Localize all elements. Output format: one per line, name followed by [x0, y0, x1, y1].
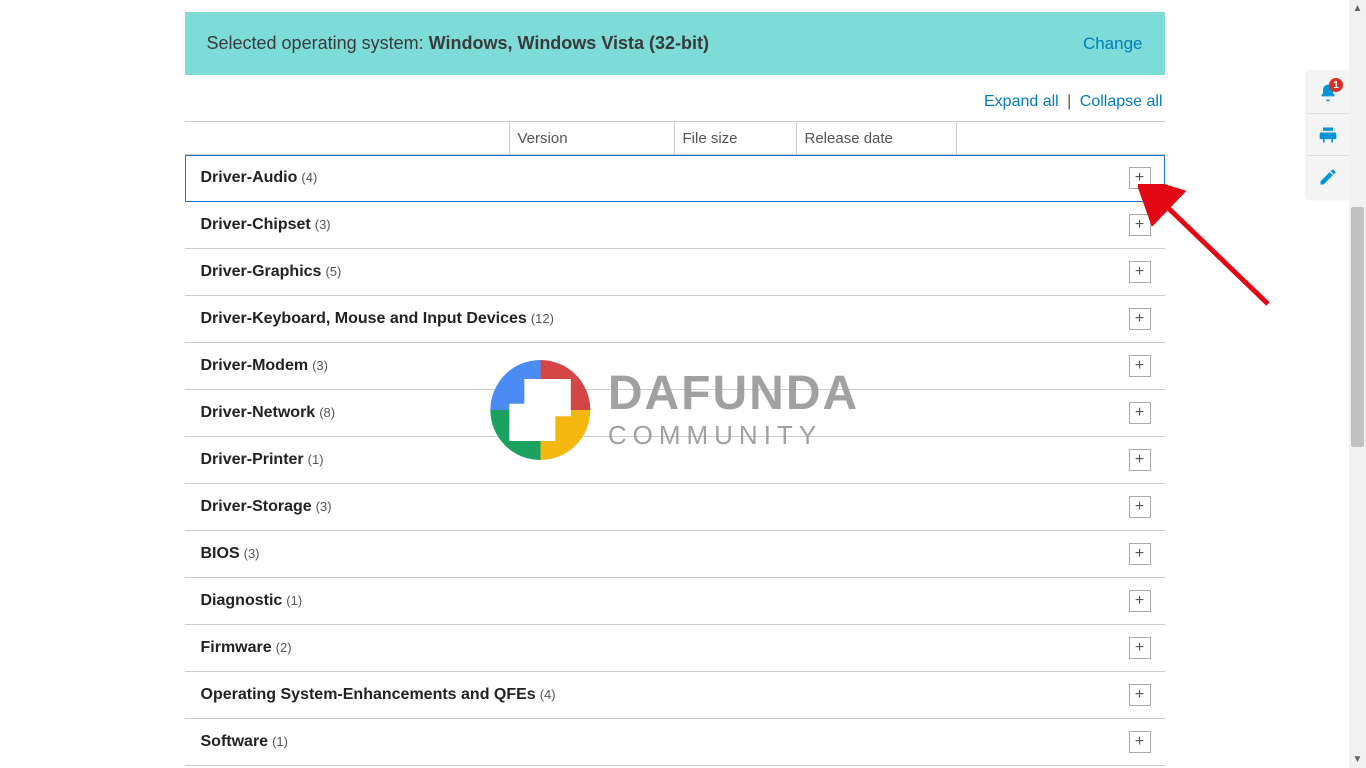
- vertical-scrollbar[interactable]: ▲ ▼: [1349, 0, 1366, 768]
- category-name: Driver-Graphics: [201, 263, 322, 281]
- category-name: BIOS: [201, 545, 240, 563]
- category-count: (3): [316, 499, 332, 514]
- os-banner-name: Windows Vista (32-bit): [517, 33, 709, 53]
- category-name: Driver-Network: [201, 404, 316, 422]
- controls-separator: |: [1067, 93, 1071, 110]
- plus-icon: +: [1135, 170, 1144, 186]
- category-count: (5): [325, 264, 341, 279]
- category-name: Firmware: [201, 639, 272, 657]
- print-button[interactable]: [1307, 114, 1349, 156]
- plus-icon: +: [1135, 311, 1144, 327]
- category-row[interactable]: Operating System-Enhancements and QFEs (4…: [185, 672, 1165, 719]
- category-count: (2): [276, 640, 292, 655]
- category-row[interactable]: Driver-Chipset (3) +: [185, 202, 1165, 249]
- expand-all-link[interactable]: Expand all: [984, 93, 1059, 110]
- plus-icon: +: [1135, 452, 1144, 468]
- change-os-link[interactable]: Change: [1083, 34, 1143, 54]
- category-row[interactable]: Driver-Printer (1) +: [185, 437, 1165, 484]
- os-banner-family: Windows: [429, 33, 508, 53]
- col-releasedate: Release date: [797, 122, 957, 154]
- category-name: Driver-Chipset: [201, 216, 311, 234]
- expand-collapse-controls: Expand all | Collapse all: [185, 75, 1165, 121]
- category-row[interactable]: Diagnostic(1) +: [185, 578, 1165, 625]
- os-banner-label: Selected operating system:: [207, 33, 429, 53]
- os-banner-text: Selected operating system: Windows, Wind…: [207, 33, 710, 54]
- category-count: (4): [301, 170, 317, 185]
- scroll-down-arrow-icon[interactable]: ▼: [1349, 751, 1366, 768]
- expand-toggle[interactable]: +: [1129, 543, 1151, 565]
- expand-toggle[interactable]: +: [1129, 731, 1151, 753]
- category-row[interactable]: Driver-Network(8) +: [185, 390, 1165, 437]
- category-count: (4): [540, 687, 556, 702]
- category-name: Operating System-Enhancements and QFEs: [201, 686, 536, 704]
- plus-icon: +: [1135, 734, 1144, 750]
- printer-icon: [1318, 125, 1338, 145]
- os-banner: Selected operating system: Windows, Wind…: [185, 12, 1165, 75]
- col-name: [185, 122, 510, 154]
- notifications-badge: 1: [1329, 78, 1343, 92]
- side-toolbar: 1: [1307, 72, 1349, 198]
- category-row[interactable]: Driver-Keyboard, Mouse and Input Devices…: [185, 296, 1165, 343]
- category-row[interactable]: Driver-Graphics(5) +: [185, 249, 1165, 296]
- plus-icon: +: [1135, 217, 1144, 233]
- plus-icon: +: [1135, 640, 1144, 656]
- edit-icon: [1318, 167, 1338, 187]
- category-name: Driver-Storage: [201, 498, 312, 516]
- category-count: (12): [531, 311, 554, 326]
- expand-toggle[interactable]: +: [1129, 590, 1151, 612]
- category-name: Driver-Modem: [201, 357, 309, 375]
- expand-toggle[interactable]: +: [1129, 684, 1151, 706]
- plus-icon: +: [1135, 405, 1144, 421]
- category-count: (1): [308, 452, 324, 467]
- expand-toggle[interactable]: +: [1129, 261, 1151, 283]
- plus-icon: +: [1135, 264, 1144, 280]
- plus-icon: +: [1135, 499, 1144, 515]
- category-name: Driver-Printer: [201, 451, 304, 469]
- category-row[interactable]: Software(1) +: [185, 719, 1165, 766]
- scroll-thumb[interactable]: [1351, 207, 1364, 447]
- expand-toggle[interactable]: +: [1129, 637, 1151, 659]
- category-row[interactable]: BIOS (3) +: [185, 531, 1165, 578]
- col-version: Version: [510, 122, 675, 154]
- scroll-up-arrow-icon[interactable]: ▲: [1349, 0, 1366, 17]
- feedback-button[interactable]: [1307, 156, 1349, 198]
- category-row[interactable]: Firmware (2) +: [185, 625, 1165, 672]
- category-row[interactable]: Driver-Storage (3) +: [185, 484, 1165, 531]
- category-count: (3): [244, 546, 260, 561]
- expand-toggle[interactable]: +: [1129, 355, 1151, 377]
- plus-icon: +: [1135, 593, 1144, 609]
- scroll-track[interactable]: [1349, 17, 1366, 751]
- expand-toggle[interactable]: +: [1129, 308, 1151, 330]
- expand-toggle[interactable]: +: [1129, 167, 1151, 189]
- category-row[interactable]: Driver-Modem(3) +: [185, 343, 1165, 390]
- notifications-button[interactable]: 1: [1307, 72, 1349, 114]
- plus-icon: +: [1135, 687, 1144, 703]
- plus-icon: +: [1135, 546, 1144, 562]
- col-actions: [957, 122, 1165, 154]
- page-scroll[interactable]: Selected operating system: Windows, Wind…: [0, 0, 1349, 768]
- collapse-all-link[interactable]: Collapse all: [1080, 93, 1163, 110]
- category-count: (1): [286, 593, 302, 608]
- category-name: Driver-Audio: [201, 169, 298, 187]
- table-header: Version File size Release date: [185, 121, 1165, 155]
- category-name: Diagnostic: [201, 592, 283, 610]
- expand-toggle[interactable]: +: [1129, 449, 1151, 471]
- expand-toggle[interactable]: +: [1129, 402, 1151, 424]
- category-count: (1): [272, 734, 288, 749]
- col-filesize: File size: [675, 122, 797, 154]
- category-count: (3): [312, 358, 328, 373]
- category-count: (8): [319, 405, 335, 420]
- os-banner-sep: ,: [507, 33, 517, 53]
- category-name: Driver-Keyboard, Mouse and Input Devices: [201, 310, 527, 328]
- category-row[interactable]: Driver-Audio(4) +: [185, 155, 1165, 202]
- plus-icon: +: [1135, 358, 1144, 374]
- category-name: Software: [201, 733, 269, 751]
- category-count: (3): [315, 217, 331, 232]
- expand-toggle[interactable]: +: [1129, 496, 1151, 518]
- expand-toggle[interactable]: +: [1129, 214, 1151, 236]
